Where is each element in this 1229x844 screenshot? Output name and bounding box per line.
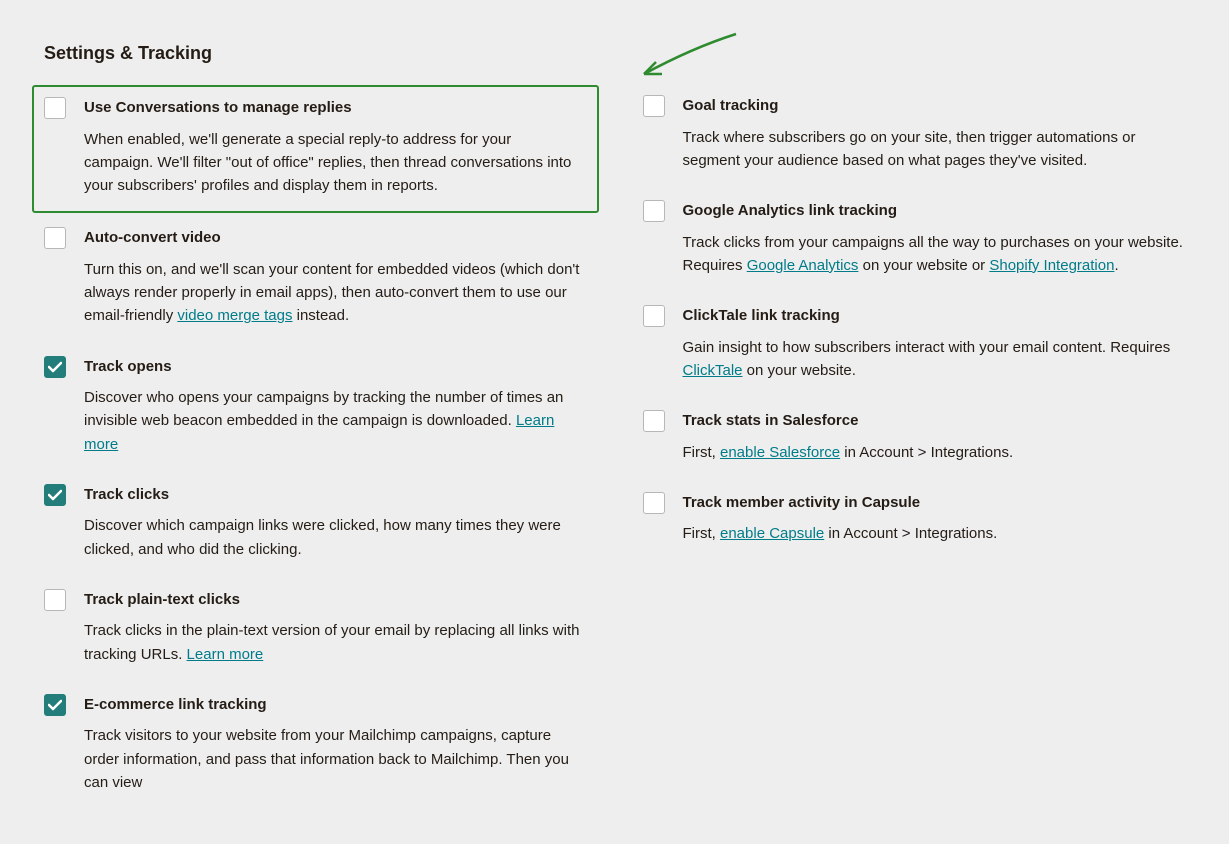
goal-tracking-checkbox[interactable] [643, 95, 665, 117]
setting-body: Track stats in Salesforce First, enable S… [683, 410, 1186, 464]
setting-track-opens: Track opens Discover who opens your campa… [32, 346, 599, 470]
track-plaintext-clicks-label: Track plain-text clicks [84, 589, 587, 612]
setting-body: Track opens Discover who opens your campa… [84, 356, 587, 456]
track-member-capsule-description: First, enable Capsule in Account > Integ… [683, 522, 1186, 545]
use-conversations-description: When enabled, we'll generate a special r… [84, 128, 585, 198]
text: Track visitors to your website from your… [84, 727, 569, 791]
ecommerce-link-tracking-label: E-commerce link tracking [84, 694, 587, 717]
text: When enabled, we'll generate a special r… [84, 131, 571, 195]
setting-goal-tracking: Goal tracking Track where subscribers go … [631, 85, 1198, 186]
ga-link-tracking-description: Track clicks from your campaigns all the… [683, 231, 1186, 278]
setting-body: ClickTale link tracking Gain insight to h… [683, 305, 1186, 382]
setting-body: Goal tracking Track where subscribers go … [683, 95, 1186, 172]
setting-body: Track clicks Discover which campaign link… [84, 484, 587, 561]
goal-tracking-label: Goal tracking [683, 95, 1186, 118]
text: on your website. [743, 362, 856, 379]
ga-link-tracking-link[interactable]: Google Analytics [747, 257, 859, 274]
ecommerce-link-tracking-description: Track visitors to your website from your… [84, 724, 587, 794]
ga-link-tracking-label: Google Analytics link tracking [683, 200, 1186, 223]
setting-auto-convert-video: Auto-convert video Turn this on, and we'l… [32, 217, 599, 341]
track-member-capsule-label: Track member activity in Capsule [683, 492, 1186, 515]
text: Track where subscribers go on your site,… [683, 129, 1136, 169]
ecommerce-link-tracking-checkbox[interactable] [44, 694, 66, 716]
text: in Account > Integrations. [824, 525, 997, 542]
text: in Account > Integrations. [840, 444, 1013, 461]
setting-ecommerce-link-tracking: E-commerce link tracking Track visitors t… [32, 684, 599, 808]
track-clicks-checkbox[interactable] [44, 484, 66, 506]
setting-track-member-capsule: Track member activity in Capsule First, e… [631, 482, 1198, 560]
text: First, [683, 444, 721, 461]
setting-body: Auto-convert video Turn this on, and we'l… [84, 227, 587, 327]
track-clicks-label: Track clicks [84, 484, 587, 507]
setting-body: Use Conversations to manage replies When … [84, 97, 585, 197]
text: Discover which campaign links were click… [84, 517, 561, 557]
track-plaintext-clicks-link[interactable]: Learn more [187, 646, 264, 663]
track-stats-salesforce-label: Track stats in Salesforce [683, 410, 1186, 433]
auto-convert-video-link[interactable]: video merge tags [177, 307, 292, 324]
auto-convert-video-checkbox[interactable] [44, 227, 66, 249]
text: Discover who opens your campaigns by tra… [84, 389, 563, 429]
track-stats-salesforce-checkbox[interactable] [643, 410, 665, 432]
use-conversations-label: Use Conversations to manage replies [84, 97, 585, 120]
text: First, [683, 525, 721, 542]
text: on your website or [858, 257, 989, 274]
track-plaintext-clicks-description: Track clicks in the plain-text version o… [84, 619, 587, 666]
clicktale-link-tracking-checkbox[interactable] [643, 305, 665, 327]
setting-body: Track plain-text clicks Track clicks in t… [84, 589, 587, 666]
clicktale-link-tracking-description: Gain insight to how subscribers interact… [683, 336, 1186, 383]
text: instead. [292, 307, 349, 324]
clicktale-link-tracking-label: ClickTale link tracking [683, 305, 1186, 328]
ga-link-tracking-checkbox[interactable] [643, 200, 665, 222]
setting-track-stats-salesforce: Track stats in Salesforce First, enable S… [631, 400, 1198, 478]
setting-track-clicks: Track clicks Discover which campaign link… [32, 474, 599, 575]
track-opens-description: Discover who opens your campaigns by tra… [84, 386, 587, 456]
setting-ga-link-tracking: Google Analytics link tracking Track clic… [631, 190, 1198, 291]
goal-tracking-description: Track where subscribers go on your site,… [683, 126, 1186, 173]
track-stats-salesforce-description: First, enable Salesforce in Account > In… [683, 441, 1186, 464]
ga-link-tracking-link[interactable]: Shopify Integration [989, 257, 1114, 274]
setting-track-plaintext-clicks: Track plain-text clicks Track clicks in t… [32, 579, 599, 680]
setting-clicktale-link-tracking: ClickTale link tracking Gain insight to h… [631, 295, 1198, 396]
setting-body: Track member activity in Capsule First, e… [683, 492, 1186, 546]
setting-use-conversations: Use Conversations to manage replies When … [32, 85, 599, 213]
track-plaintext-clicks-checkbox[interactable] [44, 589, 66, 611]
track-opens-checkbox[interactable] [44, 356, 66, 378]
setting-body: E-commerce link tracking Track visitors t… [84, 694, 587, 794]
clicktale-link-tracking-link[interactable]: ClickTale [683, 362, 743, 379]
use-conversations-checkbox[interactable] [44, 97, 66, 119]
track-member-capsule-checkbox[interactable] [643, 492, 665, 514]
text: Gain insight to how subscribers interact… [683, 339, 1171, 356]
setting-body: Google Analytics link tracking Track clic… [683, 200, 1186, 277]
track-opens-label: Track opens [84, 356, 587, 379]
text: Track clicks in the plain-text version o… [84, 622, 579, 662]
track-member-capsule-link[interactable]: enable Capsule [720, 525, 824, 542]
text: . [1114, 257, 1118, 274]
auto-convert-video-description: Turn this on, and we'll scan your conten… [84, 258, 587, 328]
track-clicks-description: Discover which campaign links were click… [84, 514, 587, 561]
track-stats-salesforce-link[interactable]: enable Salesforce [720, 444, 840, 461]
section-title: Settings & Tracking [32, 0, 1197, 85]
auto-convert-video-label: Auto-convert video [84, 227, 587, 250]
